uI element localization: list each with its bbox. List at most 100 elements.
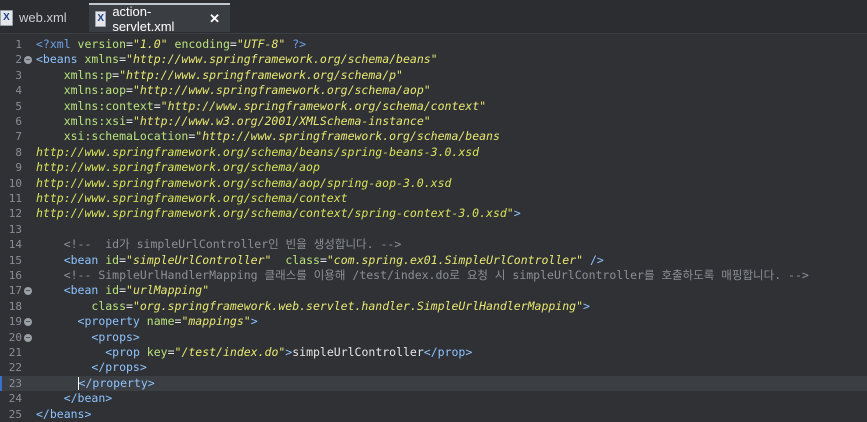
line-number: 8 (15, 145, 22, 159)
line-number: 15 (8, 253, 22, 267)
code-token: > (513, 206, 521, 221)
code-editor[interactable]: 1 <?xml version="1.0" encoding="UTF-8" ?>… (0, 34, 867, 421)
code-text: <beans xmlns="http://www.springframework… (36, 52, 438, 67)
line-number: 4 (15, 84, 22, 98)
code-line[interactable]: 21 <prop key="/test/index.do">simpleUrlC… (0, 345, 867, 360)
code-token: xmlns:p (63, 67, 113, 82)
code-token: key (146, 345, 168, 359)
code-line[interactable]: 5 xmlns:context="http://www.springframew… (0, 99, 867, 114)
code-text: <?xml version="1.0" encoding="UTF-8" ?> (36, 37, 306, 52)
code-text: <property name="mappings"> (36, 314, 258, 329)
code-token: <!-- id가 simpleUrlController인 빈을 생성합니다. … (63, 237, 402, 252)
code-token: "http://www.springframework.org/schema/b… (195, 129, 500, 144)
code-token: id (105, 252, 120, 267)
fold-toggle-icon[interactable]: − (24, 333, 32, 342)
code-text: </beans> (36, 407, 91, 422)
code-token: xmlns:aop (63, 83, 127, 98)
tab-web-xml[interactable]: X web.xml (0, 3, 86, 32)
code-line[interactable]: 1 <?xml version="1.0" encoding="UTF-8" ?> (0, 37, 867, 52)
code-line[interactable]: 19− <property name="mappings"> (0, 314, 867, 329)
code-line[interactable]: 9 http://www.springframework.org/schema/a… (0, 160, 867, 175)
code-text: xsi:schemaLocation="http://www.springfra… (36, 129, 500, 144)
line-number: 22 (8, 361, 22, 375)
code-text: <bean id="urlMapping" (36, 283, 209, 298)
code-line[interactable]: 18 class="org.springframework.web.servle… (0, 299, 867, 314)
code-token: xmlns (84, 52, 120, 67)
code-line[interactable]: 23 </property> (0, 375, 867, 392)
code-line[interactable]: 7 xsi:schemaLocation="http://www.springf… (0, 129, 867, 144)
code-token: version (77, 37, 127, 51)
code-token: "/test/index.do" (174, 345, 286, 359)
code-token: </beans> (36, 406, 92, 421)
code-token: > (583, 298, 590, 313)
code-line[interactable]: 12 http://www.springframework.org/schema/… (0, 206, 867, 221)
code-line[interactable]: 20− <props> (0, 330, 867, 345)
code-token: "com.spring.ex01.SimpleUrlController" (326, 252, 584, 267)
code-token: </prop> (423, 345, 473, 359)
code-line[interactable]: 17− <bean id="urlMapping" (0, 283, 867, 298)
line-number: 24 (8, 392, 22, 406)
code-text: http://www.springframework.org/schema/ao… (36, 176, 451, 191)
code-text: <!-- id가 simpleUrlController인 빈을 생성합니다. … (36, 237, 402, 252)
code-line[interactable]: 15 <bean id="simpleUrlController" class=… (0, 253, 867, 268)
code-line[interactable]: 10 http://www.springframework.org/schema/… (0, 176, 867, 191)
code-line[interactable]: 16 <!-- SimpleUrlHandlerMapping 클래스를 이용해… (0, 268, 867, 283)
code-token: </bean> (63, 391, 113, 406)
code-token: <prop (105, 345, 147, 359)
fold-toggle-icon[interactable]: − (24, 318, 32, 327)
code-line[interactable]: 22 </props> (0, 360, 867, 375)
fold-toggle-icon[interactable]: − (24, 287, 32, 296)
code-line[interactable]: 24 </bean> (0, 391, 867, 406)
code-text: </props> (36, 360, 146, 375)
fold-toggle-icon[interactable]: − (24, 56, 32, 65)
xml-file-icon: X (95, 10, 107, 27)
code-token: ?> (285, 37, 307, 51)
code-line[interactable]: 13 (0, 222, 867, 237)
code-token: http://www.springframework.org/schema/co… (36, 206, 514, 221)
code-text: <bean id="simpleUrlController" class="co… (36, 253, 604, 268)
close-tab-icon[interactable]: ✕ (209, 11, 220, 27)
code-line[interactable]: 4 xmlns:aop="http://www.springframework.… (0, 83, 867, 98)
code-line[interactable]: 6 xmlns:xsi="http://www.w3.org/2001/XMLS… (0, 114, 867, 129)
code-text: <prop key="/test/index.do">simpleUrlCont… (36, 345, 472, 360)
line-number: 17 (8, 284, 22, 298)
line-number: 10 (8, 176, 22, 190)
code-line[interactable]: 11 http://www.springframework.org/schema/… (0, 191, 867, 206)
line-number: 5 (15, 99, 22, 113)
code-line[interactable]: 14 <!-- id가 simpleUrlController인 빈을 생성합니… (0, 237, 867, 252)
line-number: 3 (15, 68, 22, 82)
tab-action-servlet-xml[interactable]: X action-servlet.xml ✕ (89, 3, 230, 34)
line-number: 6 (15, 115, 22, 128)
code-line[interactable]: 8 http://www.springframework.org/schema/b… (0, 145, 867, 160)
code-line[interactable]: 25 </beans> (0, 407, 867, 422)
xml-file-icon: X (0, 9, 13, 26)
code-text: <!-- SimpleUrlHandlerMapping 클래스를 이용해 /t… (36, 268, 809, 283)
editor-tab-bar: X web.xml X action-servlet.xml ✕ (0, 0, 867, 34)
code-token: "http://www.springframework.org/schema/c… (160, 98, 487, 113)
code-token: xmlns:context (63, 98, 154, 113)
code-token: "1.0" (132, 37, 168, 51)
code-text: http://www.springframework.org/schema/co… (36, 206, 521, 221)
code-line[interactable]: 2− <beans xmlns="http://www.springframewo… (0, 52, 867, 67)
line-number: 7 (15, 130, 22, 144)
code-token: <props> (91, 329, 140, 344)
code-token: <property (77, 314, 147, 329)
code-token: name (146, 314, 175, 329)
code-token: > (250, 314, 258, 329)
line-number: 25 (8, 407, 22, 421)
code-token: = (126, 114, 133, 128)
code-text: xmlns:aop="http://www.springframework.or… (36, 83, 431, 98)
tab-label: web.xml (19, 10, 67, 25)
line-number: 20 (8, 330, 22, 344)
code-line[interactable]: 3 xmlns:p="http://www.springframework.or… (0, 68, 867, 83)
line-number: 12 (8, 207, 22, 221)
